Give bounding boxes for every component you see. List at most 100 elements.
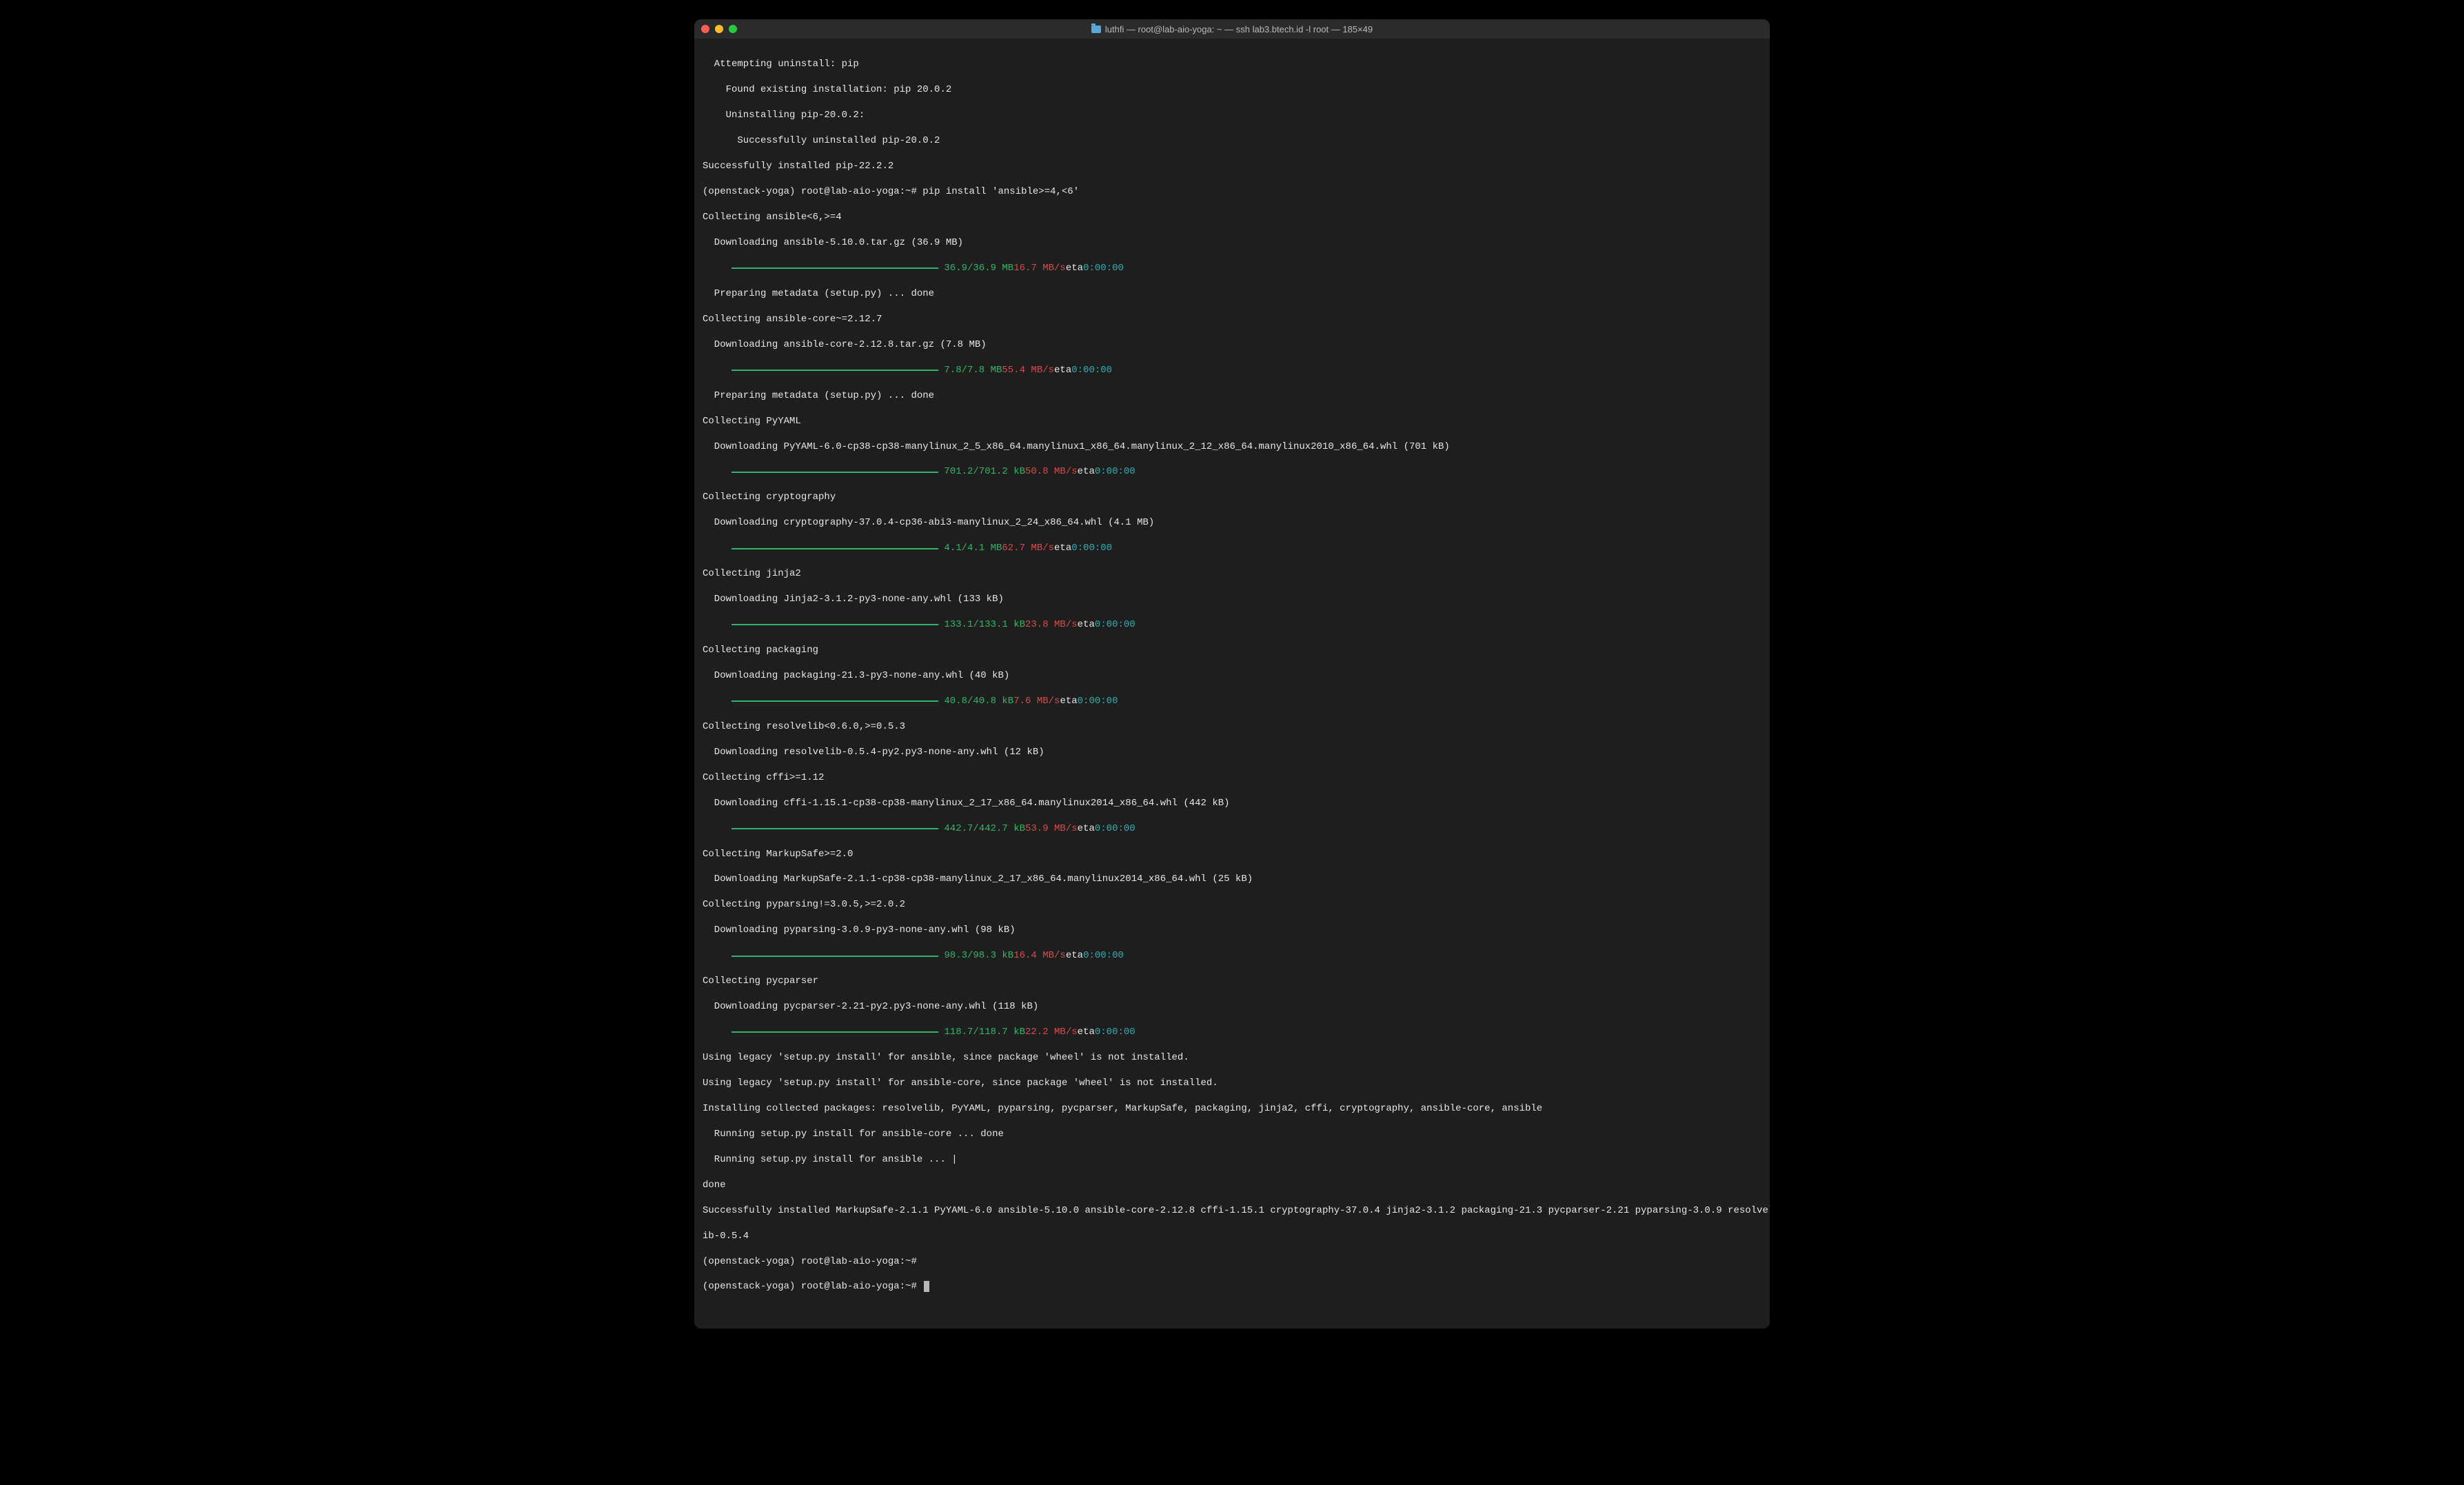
progress-bar-line: 4.1/4.1 MB 62.7 MB/s eta 0:00:00 (703, 542, 1761, 554)
output-line: Downloading pycparser-2.21-py2.py3-none-… (703, 1000, 1761, 1013)
progress-size: 98.3/98.3 kB (944, 949, 1013, 962)
progress-bar-icon (731, 700, 938, 702)
progress-eta-label: eta (1078, 822, 1095, 835)
output-line: Collecting packaging (703, 644, 1761, 656)
output-line: Downloading Jinja2-3.1.2-py3-none-any.wh… (703, 593, 1761, 605)
prompt-line: (openstack-yoga) root@lab-aio-yoga:~# (703, 1255, 1761, 1268)
progress-eta: 0:00:00 (1095, 822, 1135, 835)
folder-icon (1091, 26, 1101, 33)
output-line: Preparing metadata (setup.py) ... done (703, 287, 1761, 300)
output-line: Downloading cffi-1.15.1-cp38-cp38-manyli… (703, 797, 1761, 809)
progress-eta: 0:00:00 (1071, 542, 1112, 554)
output-line: Downloading cryptography-37.0.4-cp36-abi… (703, 516, 1761, 529)
output-line: Downloading packaging-21.3-py3-none-any.… (703, 669, 1761, 682)
progress-bar-line: 98.3/98.3 kB 16.4 MB/s eta 0:00:00 (703, 949, 1761, 962)
progress-eta-label: eta (1078, 465, 1095, 478)
progress-eta-label: eta (1066, 262, 1083, 274)
window-title: luthfi — root@lab-aio-yoga: ~ — ssh lab3… (694, 24, 1770, 34)
prompt-line: (openstack-yoga) root@lab-aio-yoga:~# pi… (703, 185, 1761, 198)
progress-size: 442.7/442.7 kB (944, 822, 1025, 835)
output-line: Collecting MarkupSafe>=2.0 (703, 848, 1761, 860)
output-line: Using legacy 'setup.py install' for ansi… (703, 1051, 1761, 1064)
output-line: Collecting PyYAML (703, 415, 1761, 427)
progress-eta-label: eta (1054, 542, 1071, 554)
window-titlebar[interactable]: luthfi — root@lab-aio-yoga: ~ — ssh lab3… (694, 19, 1770, 39)
progress-speed: 50.8 MB/s (1025, 465, 1078, 478)
progress-eta-label: eta (1054, 364, 1071, 376)
progress-bar-line: 40.8/40.8 kB 7.6 MB/s eta 0:00:00 (703, 695, 1761, 707)
traffic-lights (701, 25, 737, 33)
progress-eta-label: eta (1078, 618, 1095, 631)
output-line: Downloading ansible-core-2.12.8.tar.gz (… (703, 339, 1761, 351)
progress-bar-icon (731, 267, 938, 269)
shell-prompt: (openstack-yoga) root@lab-aio-yoga:~# (703, 186, 922, 197)
terminal-window: luthfi — root@lab-aio-yoga: ~ — ssh lab3… (694, 19, 1770, 1329)
progress-bar-icon (731, 370, 938, 371)
progress-eta-label: eta (1078, 1026, 1095, 1038)
output-line: Collecting ansible<6,>=4 (703, 211, 1761, 223)
output-line: Downloading ansible-5.10.0.tar.gz (36.9 … (703, 236, 1761, 249)
output-line: Downloading pyparsing-3.0.9-py3-none-any… (703, 924, 1761, 936)
output-line: Uninstalling pip-20.0.2: (703, 109, 1761, 121)
progress-bar-icon (731, 472, 938, 473)
progress-eta: 0:00:00 (1095, 618, 1135, 631)
progress-eta: 0:00:00 (1071, 364, 1112, 376)
output-line: Successfully installed pip-22.2.2 (703, 160, 1761, 172)
output-line: Installing collected packages: resolveli… (703, 1102, 1761, 1115)
progress-speed: 53.9 MB/s (1025, 822, 1078, 835)
progress-bar-line: 701.2/701.2 kB 50.8 MB/s eta 0:00:00 (703, 465, 1761, 478)
progress-speed: 55.4 MB/s (1002, 364, 1054, 376)
desktop: luthfi — root@lab-aio-yoga: ~ — ssh lab3… (0, 0, 2464, 1485)
output-line: Downloading MarkupSafe-2.1.1-cp38-cp38-m… (703, 873, 1761, 885)
progress-eta-label: eta (1066, 949, 1083, 962)
progress-eta-label: eta (1060, 695, 1077, 707)
progress-size: 133.1/133.1 kB (944, 618, 1025, 631)
output-line: Preparing metadata (setup.py) ... done (703, 390, 1761, 402)
close-window-button[interactable] (701, 25, 709, 33)
output-line: Running setup.py install for ansible ...… (703, 1153, 1761, 1166)
progress-bar-line: 118.7/118.7 kB 22.2 MB/s eta 0:00:00 (703, 1026, 1761, 1038)
minimize-window-button[interactable] (715, 25, 723, 33)
shell-command: pip install 'ansible>=4,<6' (922, 186, 1079, 197)
output-line: Collecting cffi>=1.12 (703, 771, 1761, 784)
progress-speed: 16.4 MB/s (1013, 949, 1066, 962)
progress-speed: 23.8 MB/s (1025, 618, 1078, 631)
progress-bar-icon (731, 828, 938, 829)
progress-eta: 0:00:00 (1083, 262, 1124, 274)
output-line: Successfully uninstalled pip-20.0.2 (703, 134, 1761, 147)
progress-bar-line: 36.9/36.9 MB 16.7 MB/s eta 0:00:00 (703, 262, 1761, 274)
output-line: Collecting ansible-core~=2.12.7 (703, 313, 1761, 325)
progress-bar-icon (731, 1031, 938, 1033)
output-line: Collecting cryptography (703, 491, 1761, 503)
progress-bar-icon (731, 624, 938, 625)
output-line: Successfully installed MarkupSafe-2.1.1 … (703, 1204, 1761, 1217)
terminal-cursor-icon (924, 1281, 929, 1292)
progress-bar-icon (731, 956, 938, 957)
progress-eta: 0:00:00 (1095, 465, 1135, 478)
progress-speed: 22.2 MB/s (1025, 1026, 1078, 1038)
output-line: done (703, 1179, 1761, 1191)
progress-eta: 0:00:00 (1083, 949, 1124, 962)
output-line: Found existing installation: pip 20.0.2 (703, 83, 1761, 96)
output-line: Using legacy 'setup.py install' for ansi… (703, 1077, 1761, 1089)
maximize-window-button[interactable] (729, 25, 737, 33)
output-line: Collecting jinja2 (703, 567, 1761, 580)
output-line: Collecting resolvelib<0.6.0,>=0.5.3 (703, 720, 1761, 733)
output-line: Attempting uninstall: pip (703, 58, 1761, 70)
terminal-output[interactable]: Attempting uninstall: pip Found existing… (694, 39, 1770, 1329)
progress-bar-line: 133.1/133.1 kB 23.8 MB/s eta 0:00:00 (703, 618, 1761, 631)
output-line: Downloading resolvelib-0.5.4-py2.py3-non… (703, 746, 1761, 758)
progress-size: 7.8/7.8 MB (944, 364, 1002, 376)
progress-speed: 16.7 MB/s (1013, 262, 1066, 274)
shell-prompt: (openstack-yoga) root@lab-aio-yoga:~# (703, 1281, 922, 1292)
output-line: Collecting pyparsing!=3.0.5,>=2.0.2 (703, 898, 1761, 911)
output-line: Collecting pycparser (703, 975, 1761, 987)
window-title-text: luthfi — root@lab-aio-yoga: ~ — ssh lab3… (1105, 24, 1373, 34)
output-line: Downloading PyYAML-6.0-cp38-cp38-manylin… (703, 441, 1761, 453)
prompt-line[interactable]: (openstack-yoga) root@lab-aio-yoga:~# (703, 1280, 1761, 1293)
output-line: Running setup.py install for ansible-cor… (703, 1128, 1761, 1140)
progress-speed: 7.6 MB/s (1013, 695, 1060, 707)
progress-bar-line: 7.8/7.8 MB 55.4 MB/s eta 0:00:00 (703, 364, 1761, 376)
output-line: ib-0.5.4 (703, 1230, 1761, 1242)
progress-size: 40.8/40.8 kB (944, 695, 1013, 707)
